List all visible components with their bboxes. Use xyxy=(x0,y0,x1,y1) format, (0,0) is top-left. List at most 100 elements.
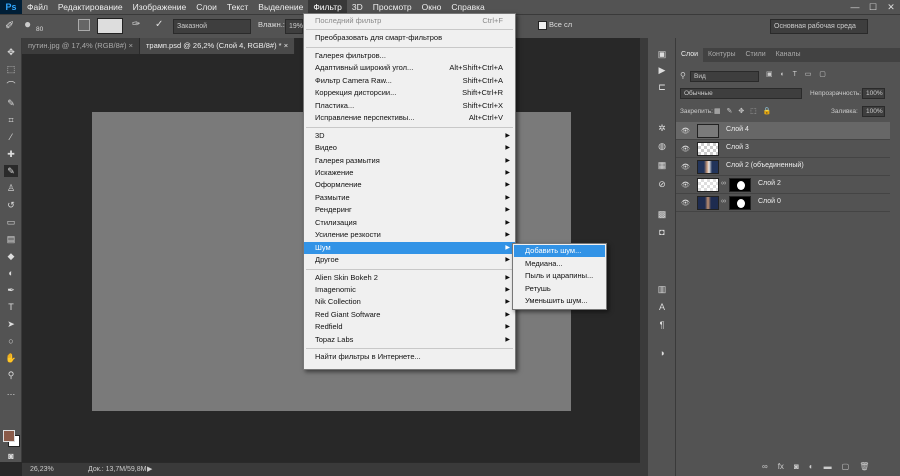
pen-tool-icon[interactable]: ✒ xyxy=(4,284,18,296)
swatches-panel-icon[interactable]: ▦ xyxy=(655,159,669,171)
actions-panel-icon[interactable]: ▶ xyxy=(655,64,669,76)
brush-presets-icon[interactable]: ◘ xyxy=(655,226,669,238)
brush-size[interactable]: 80 xyxy=(36,26,43,33)
menu-help[interactable]: Справка xyxy=(446,0,489,14)
text-tool-icon[interactable]: T xyxy=(4,301,18,313)
filter-menu-item[interactable]: Галерея размытия ▶ xyxy=(304,155,515,167)
filter-menu-item[interactable]: Преобразовать для смарт-фильтров xyxy=(304,32,515,44)
mask-icon[interactable]: ◙ xyxy=(794,462,799,471)
dodge-tool-icon[interactable]: ◐ xyxy=(4,267,18,279)
filter-menu-item[interactable]: Рендеринг ▶ xyxy=(304,204,515,216)
filter-menu-item[interactable]: Red Giant Software ▶ xyxy=(304,309,515,321)
quick-select-tool-icon[interactable]: ✎ xyxy=(4,97,18,109)
filter-menu-item[interactable]: Оформление ▶ xyxy=(304,179,515,191)
move-tool-icon[interactable]: ✥ xyxy=(4,46,18,58)
quick-mask-icon[interactable]: ◙ xyxy=(4,450,18,462)
path-select-icon[interactable]: ➤ xyxy=(4,318,18,330)
menu-filter[interactable]: Фильтр xyxy=(308,0,347,14)
filter-menu-item[interactable]: Шум ▶ xyxy=(304,241,515,254)
visibility-eye-icon[interactable]: 👁 xyxy=(681,145,690,153)
opacity-input[interactable]: 100% xyxy=(862,88,885,99)
history-panel-icon[interactable]: ▣ xyxy=(655,48,669,60)
filter-menu-item[interactable]: 3D ▶ xyxy=(304,130,515,142)
crop-tool-icon[interactable]: ⌗ xyxy=(4,114,18,126)
filter-menu-item[interactable]: Видео ▶ xyxy=(304,142,515,154)
filter-menu-item[interactable]: Галерея фильтров... xyxy=(304,50,515,62)
layer-row[interactable]: 👁 Слой 4 xyxy=(676,122,890,140)
noise-submenu-item[interactable]: Уменьшить шум... xyxy=(514,295,605,307)
adjust-icon[interactable]: ◐ xyxy=(809,462,814,471)
blend-mode-select[interactable]: Обычные xyxy=(680,88,802,99)
filter-menu-item[interactable]: Nik Collection ▶ xyxy=(304,296,515,308)
lasso-tool-icon[interactable]: ⌒ xyxy=(4,80,18,92)
trash-icon[interactable]: 🗑 xyxy=(859,462,869,471)
wet-input[interactable]: 19% xyxy=(285,19,303,34)
layer-mask-thumbnail[interactable] xyxy=(729,196,751,210)
glyph-panel-icon[interactable]: A xyxy=(655,301,669,313)
stamp-tool-icon[interactable]: ♙ xyxy=(4,182,18,194)
filter-menu-item[interactable]: Размытие ▶ xyxy=(304,192,515,204)
filter-menu-item[interactable]: Коррекция дисторсии... Shift+Ctrl+R xyxy=(304,87,515,99)
fill-input[interactable]: 100% xyxy=(862,106,885,117)
character-panel-icon[interactable]: ▥ xyxy=(655,283,669,295)
3d-panel-icon[interactable]: ◑ xyxy=(655,347,669,359)
maximize-icon[interactable]: ☐ xyxy=(864,0,882,14)
foreground-color-fill[interactable] xyxy=(3,430,15,442)
paragraph-panel-icon[interactable]: ¶ xyxy=(655,319,669,331)
adjustments-panel-icon[interactable]: ✲ xyxy=(655,122,669,134)
healing-tool-icon[interactable]: ✚ xyxy=(4,148,18,160)
layer-filter-icons[interactable]: ▣ ◐ T ▭ ▢ xyxy=(766,70,829,78)
aligned-icon[interactable]: ✓ xyxy=(155,19,163,30)
history-brush-icon[interactable]: ↺ xyxy=(4,199,18,211)
status-arrow-icon[interactable]: ▶ xyxy=(147,465,152,473)
layer-row[interactable]: 👁 ∞ Слой 2 xyxy=(676,176,890,194)
menu-file[interactable]: Файл xyxy=(22,0,53,14)
filter-menu-item[interactable]: Redfield ▶ xyxy=(304,321,515,333)
filter-menu-item[interactable]: Другое ▶ xyxy=(304,254,515,266)
shape-tool-icon[interactable]: ○ xyxy=(4,335,18,347)
brush-tool-icon[interactable]: ✎ xyxy=(4,165,18,177)
filter-menu-item[interactable]: Усиление резкости ▶ xyxy=(304,229,515,241)
filter-menu-item[interactable]: Стилизация ▶ xyxy=(304,217,515,229)
layer-row[interactable]: 👁 ∞ Слой 0 xyxy=(676,194,890,212)
mask-link-icon[interactable]: ∞ xyxy=(721,180,726,187)
doc-tab[interactable]: путин.jpg @ 17,4% (RGB/8#) × xyxy=(22,38,140,54)
menu-edit[interactable]: Редактирование xyxy=(53,0,128,14)
filter-menu-item[interactable]: Адаптивный широкий угол... Alt+Shift+Ctrl… xyxy=(304,62,515,74)
visibility-eye-icon[interactable]: 👁 xyxy=(681,127,690,135)
minimize-icon[interactable]: — xyxy=(846,0,864,14)
blur-tool-icon[interactable]: ◆ xyxy=(4,250,18,262)
timeline-panel-icon[interactable]: ⊏ xyxy=(655,81,669,93)
gradient-tool-icon[interactable]: ▤ xyxy=(4,233,18,245)
fx-icon[interactable]: fx xyxy=(778,462,784,471)
folder-icon[interactable]: ▬ xyxy=(824,462,832,471)
visibility-eye-icon[interactable]: 👁 xyxy=(681,199,690,207)
filter-menu-item[interactable]: Искажение ▶ xyxy=(304,167,515,179)
noise-submenu-item[interactable]: Пыль и царапины... xyxy=(514,270,605,282)
lock-icons[interactable]: ▦ ✎ ✥ ⬚ 🔒 xyxy=(714,107,773,115)
filter-menu-item[interactable]: Исправление перспективы... Alt+Ctrl+V xyxy=(304,112,515,124)
brush-tool-icon[interactable]: ✐ xyxy=(5,19,14,32)
layer-mask-thumbnail[interactable] xyxy=(729,178,751,192)
layer-row[interactable]: 👁 Слой 2 (объединенный) xyxy=(676,158,890,176)
blend-mode-select[interactable]: Заказной xyxy=(173,19,251,34)
close-icon[interactable]: ✕ xyxy=(882,0,900,14)
eyedropper-tool-icon[interactable]: ⁄ xyxy=(4,131,18,143)
menu-view[interactable]: Просмотр xyxy=(368,0,417,14)
tab-channels[interactable]: Каналы xyxy=(771,48,806,62)
noise-submenu-item[interactable]: Медиана... xyxy=(514,258,605,270)
visibility-eye-icon[interactable]: 👁 xyxy=(681,181,690,189)
zoom-level[interactable]: 26,23% xyxy=(30,466,54,473)
new-layer-icon[interactable]: ▢ xyxy=(842,462,850,471)
tab-close-icon[interactable]: × xyxy=(284,41,288,50)
filter-menu-item[interactable]: Пластика... Shift+Ctrl+X xyxy=(304,100,515,112)
tab-layers[interactable]: Слои xyxy=(676,48,704,62)
menu-image[interactable]: Изображение xyxy=(128,0,192,14)
filter-menu-item[interactable]: Topaz Labs ▶ xyxy=(304,334,515,346)
eraser-tool-icon[interactable]: ▭ xyxy=(4,216,18,228)
menu-select[interactable]: Выделение xyxy=(253,0,308,14)
layer-kind-select[interactable]: Вид xyxy=(690,71,759,82)
brush-panel-icon[interactable]: ▩ xyxy=(655,208,669,220)
mask-link-icon[interactable]: ∞ xyxy=(721,198,726,205)
styles-panel-icon[interactable]: ⊘ xyxy=(655,178,669,190)
